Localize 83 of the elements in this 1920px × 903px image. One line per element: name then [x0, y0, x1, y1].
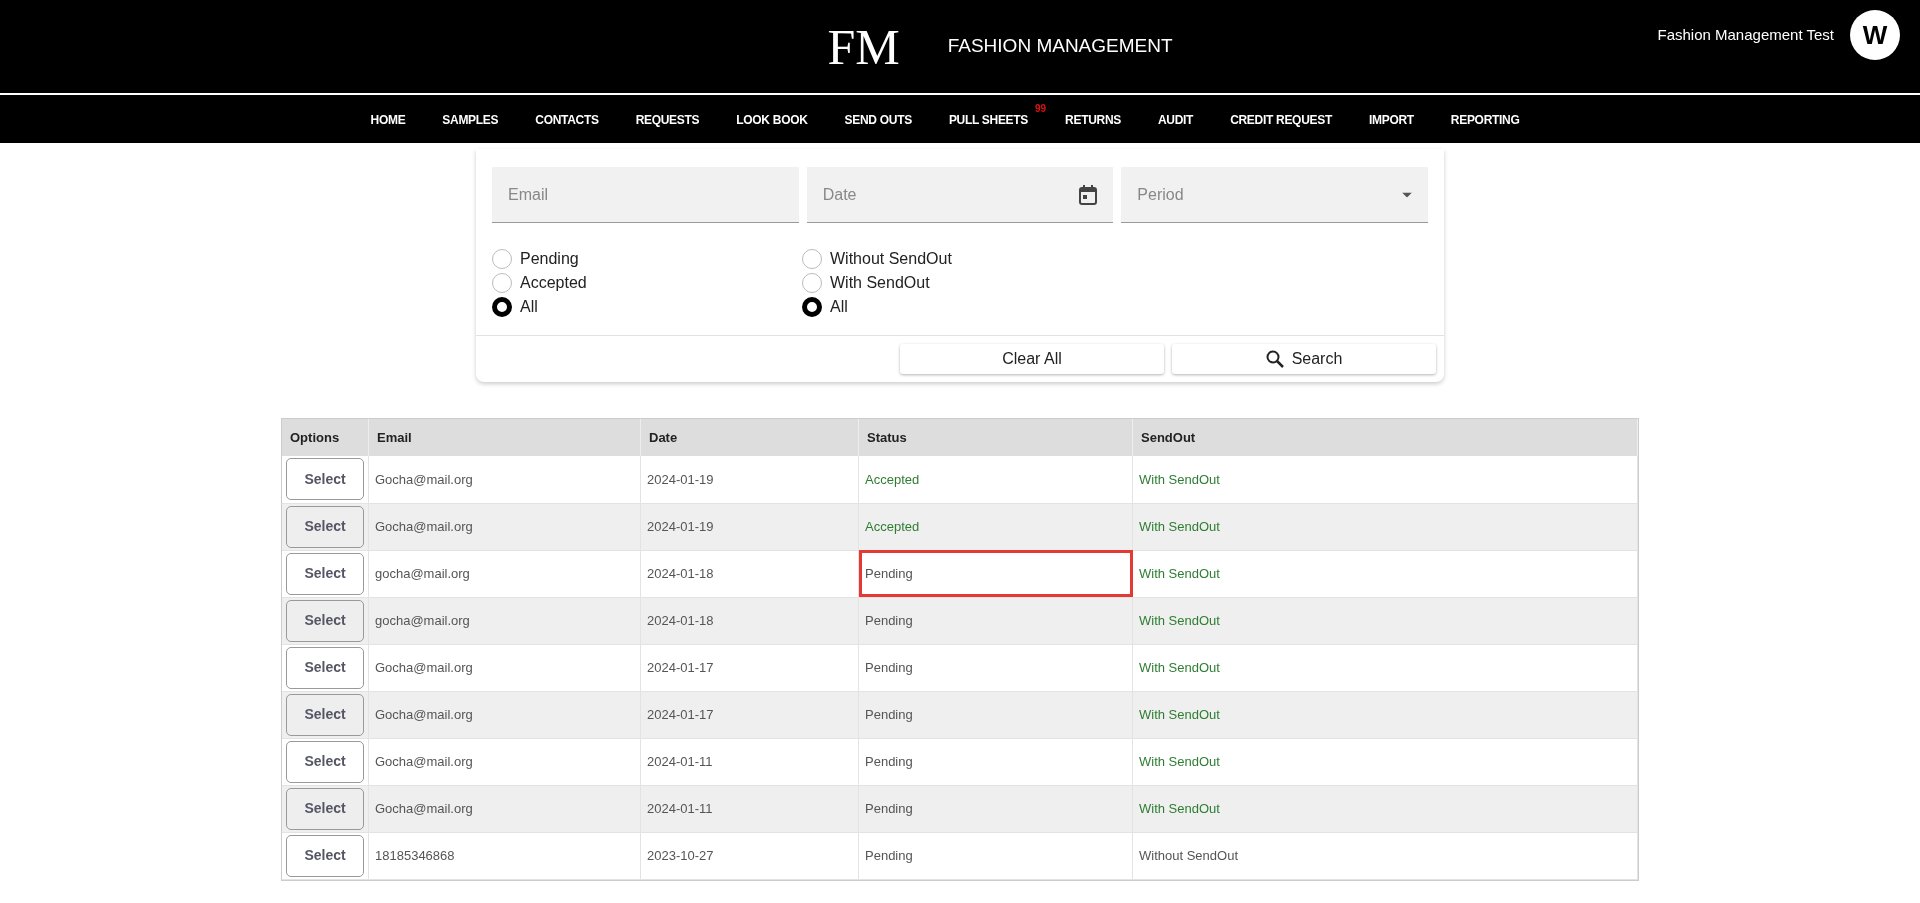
nav-link-item[interactable]: CREDIT REQUEST — [1230, 113, 1332, 127]
email-text: Gocha@mail.org — [375, 800, 473, 816]
column-header: Email — [368, 419, 641, 456]
nav-link-item[interactable]: LOOK BOOK — [736, 113, 808, 127]
sendout-text: Without SendOut — [1139, 847, 1238, 863]
select-button[interactable]: Select — [286, 458, 364, 501]
status-text: Pending — [865, 800, 913, 816]
nav-link-item[interactable]: AUDIT — [1157, 113, 1194, 127]
user-name: Fashion Management Test — [1657, 24, 1834, 45]
calendar-icon[interactable] — [1079, 185, 1098, 205]
clear-all-button[interactable]: Clear All — [900, 344, 1164, 374]
select-button[interactable]: Select — [286, 552, 364, 595]
date-field[interactable]: Date — [806, 167, 1114, 223]
select-button[interactable]: Select — [286, 787, 364, 830]
select-button[interactable]: Select — [286, 599, 364, 642]
search-button[interactable]: Search — [1172, 344, 1436, 374]
radio-label: All — [520, 297, 538, 317]
email-text: Gocha@mail.org — [375, 706, 473, 722]
radio-label: Without SendOut — [830, 249, 952, 269]
status-text: Accepted — [865, 471, 920, 487]
select-button[interactable]: Select — [286, 740, 364, 783]
date-text: 2024-01-18 — [647, 565, 714, 581]
select-button[interactable]: Select — [286, 693, 364, 736]
radio-label: Accepted — [520, 273, 587, 293]
email-text: gocha@mail.org — [375, 565, 470, 581]
nav-link-item[interactable]: REPORTING — [1450, 113, 1520, 127]
status-text: Pending — [865, 706, 913, 722]
radio-label: All — [830, 297, 848, 317]
date-text: 2024-01-17 — [647, 706, 714, 722]
nav-link-item[interactable]: HOME — [370, 113, 406, 127]
radio-button[interactable] — [492, 297, 512, 317]
sendout-text: With SendOut — [1139, 753, 1220, 769]
status-text: Pending — [865, 659, 913, 675]
search-icon — [1265, 350, 1284, 368]
select-button[interactable]: Select — [286, 834, 364, 877]
select-button[interactable]: Select — [286, 505, 364, 548]
select-button[interactable]: Select — [286, 646, 364, 689]
app-title: FASHION MANAGEMENT — [947, 34, 1173, 59]
sendout-text: With SendOut — [1139, 565, 1220, 581]
status-text: Pending — [865, 612, 913, 628]
period-dropdown[interactable]: Period — [1121, 167, 1428, 223]
date-text: 2024-01-18 — [647, 612, 714, 628]
nav-link-item[interactable]: CONTACTS — [535, 113, 599, 127]
email-field[interactable]: Email — [492, 167, 799, 223]
email-text: gocha@mail.org — [375, 612, 470, 628]
status-text: Pending — [865, 753, 913, 769]
column-header: Options — [282, 419, 369, 456]
radio-label: Pending — [520, 249, 579, 269]
date-text: 2024-01-11 — [647, 753, 713, 769]
sendout-text: With SendOut — [1139, 800, 1220, 816]
date-text: 2024-01-17 — [647, 659, 714, 675]
notification-count: 99 — [1034, 102, 1047, 116]
nav-link-item[interactable]: SAMPLES — [442, 113, 499, 127]
sendout-text: With SendOut — [1139, 471, 1220, 487]
logo[interactable]: FM — [827, 21, 900, 72]
radio-button[interactable] — [802, 297, 822, 317]
user-avatar[interactable]: W — [1850, 10, 1900, 60]
radio-label: With SendOut — [830, 273, 930, 293]
email-text: Gocha@mail.org — [375, 518, 473, 534]
status-text: Pending — [865, 565, 913, 581]
date-text: 2023-10-27 — [647, 847, 714, 863]
date-text: 2024-01-11 — [647, 800, 713, 816]
email-text: Gocha@mail.org — [375, 659, 473, 675]
dropdown-caret-icon[interactable] — [1402, 192, 1412, 198]
nav-link-item[interactable]: REQUESTS — [635, 113, 700, 127]
nav-link-item[interactable]: IMPORT — [1368, 113, 1414, 127]
nav-link-item[interactable]: PULL SHEETS — [948, 113, 1029, 127]
sendout-text: With SendOut — [1139, 612, 1220, 628]
status-text: Pending — [865, 847, 913, 863]
email-text: Gocha@mail.org — [375, 471, 473, 487]
column-header: Status — [858, 419, 1133, 456]
sendout-text: With SendOut — [1139, 706, 1220, 722]
date-text: 2024-01-19 — [647, 471, 714, 487]
email-text: Gocha@mail.org — [375, 753, 473, 769]
sendout-text: With SendOut — [1139, 518, 1220, 534]
sendout-text: With SendOut — [1139, 659, 1220, 675]
date-text: 2024-01-19 — [647, 518, 714, 534]
email-text: 18185346868 — [375, 847, 455, 863]
column-header: SendOut — [1132, 419, 1638, 456]
nav-link-item[interactable]: SEND OUTS — [844, 113, 912, 127]
status-text: Accepted — [865, 518, 920, 534]
nav-link-item[interactable]: RETURNS — [1065, 113, 1121, 127]
column-header: Date — [640, 419, 859, 456]
